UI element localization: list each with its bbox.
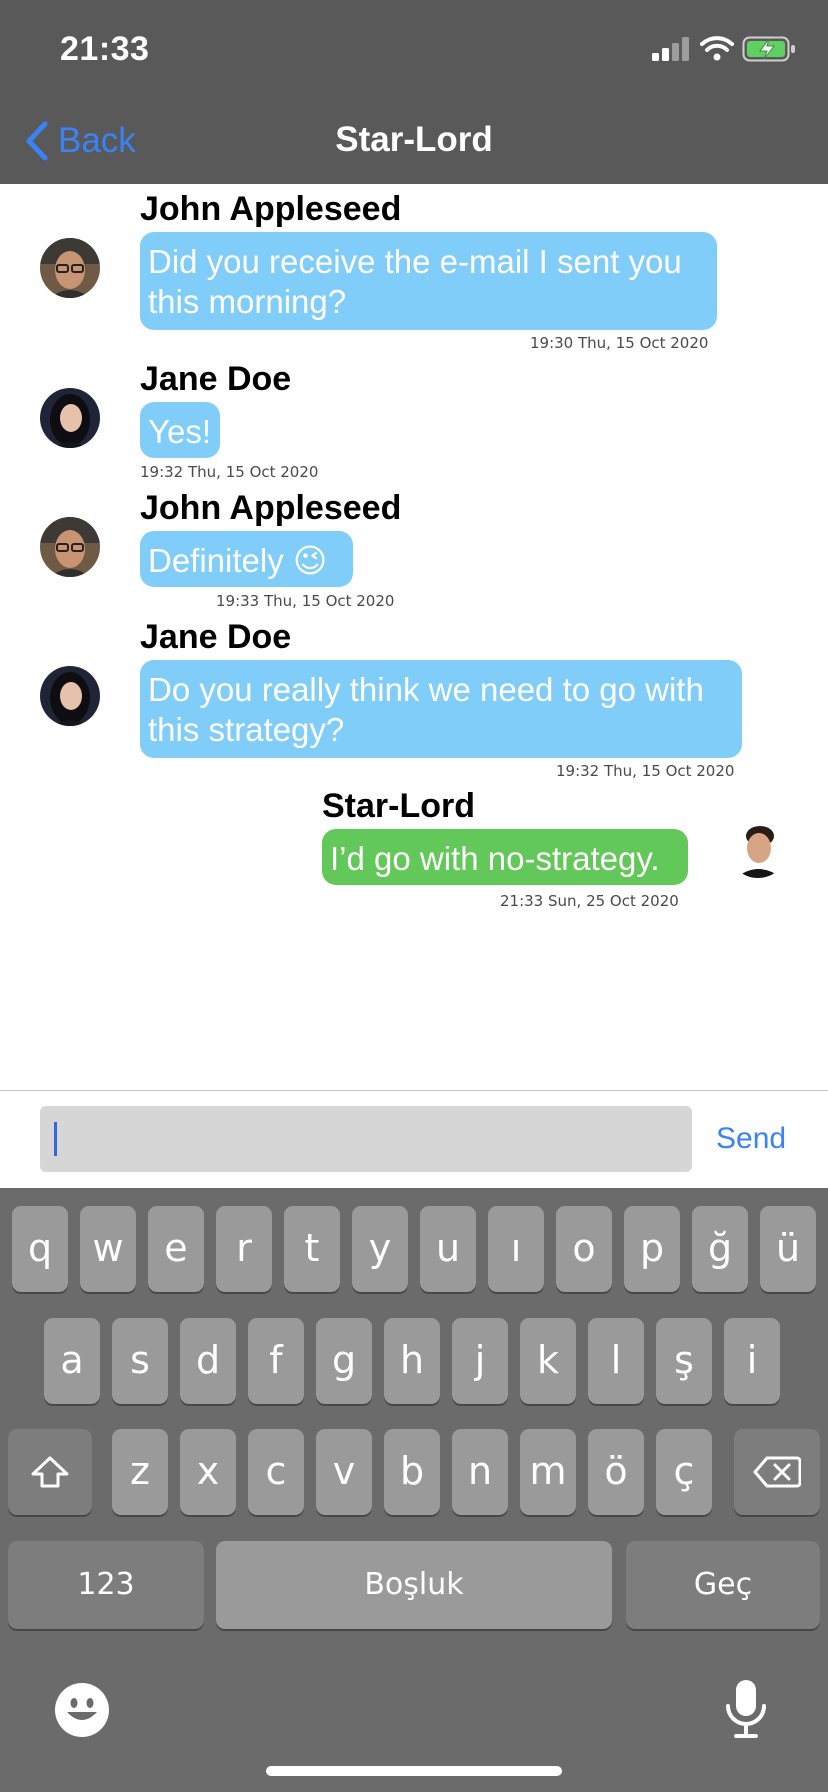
numbers-key[interactable]: 123 (8, 1541, 204, 1629)
delete-key[interactable] (734, 1429, 820, 1515)
key-u[interactable]: u (420, 1206, 476, 1292)
message-timestamp: 19:33 Thu, 15 Oct 2020 (216, 592, 395, 610)
key-f[interactable]: f (248, 1318, 304, 1404)
key-g[interactable]: g (316, 1318, 372, 1404)
key-i[interactable]: i (724, 1318, 780, 1404)
key-r[interactable]: r (216, 1206, 272, 1292)
key-g-breve[interactable]: ğ (692, 1206, 748, 1292)
message-text: Definitely 😉 (148, 542, 328, 579)
key-b[interactable]: b (384, 1429, 440, 1515)
message-timestamp: 21:33 Sun, 25 Oct 2020 (500, 892, 679, 910)
message-text: Do you really think we need to go with (148, 671, 704, 708)
key-n[interactable]: n (452, 1429, 508, 1515)
key-x[interactable]: x (180, 1429, 236, 1515)
space-key[interactable]: Boşluk (216, 1541, 612, 1629)
key-c-cedilla[interactable]: ç (656, 1429, 712, 1515)
message-timestamp: 19:30 Thu, 15 Oct 2020 (530, 334, 709, 352)
key-w[interactable]: w (80, 1206, 136, 1292)
key-y[interactable]: y (352, 1206, 408, 1292)
send-button[interactable]: Send (716, 1122, 786, 1156)
key-k[interactable]: k (520, 1318, 576, 1404)
message-bubble[interactable]: Did you receive the e-mail I sent you th… (140, 232, 717, 330)
key-o[interactable]: o (556, 1206, 612, 1292)
key-l[interactable]: l (588, 1318, 644, 1404)
key-s-cedilla[interactable]: ş (656, 1318, 712, 1404)
message-timestamp: 19:32 Thu, 15 Oct 2020 (556, 762, 735, 780)
key-o-umlaut[interactable]: ö (588, 1429, 644, 1515)
message-sender: Star-Lord (322, 787, 475, 825)
microphone-icon[interactable] (722, 1678, 770, 1740)
message-text: Yes! (148, 413, 212, 450)
emoji-icon[interactable] (54, 1682, 110, 1738)
message-text: Did you receive the e-mail I sent you (148, 243, 682, 280)
key-t[interactable]: t (284, 1206, 340, 1292)
composer-divider (0, 1090, 828, 1091)
key-s[interactable]: s (112, 1318, 168, 1404)
key-m[interactable]: m (520, 1429, 576, 1515)
key-e[interactable]: e (148, 1206, 204, 1292)
delete-icon (753, 1456, 802, 1488)
text-cursor (54, 1122, 57, 1156)
message-text: I’d go with no-strategy. (330, 840, 660, 877)
key-h[interactable]: h (384, 1318, 440, 1404)
message-timestamp: 19:32 Thu, 15 Oct 2020 (140, 463, 319, 481)
battery-charging-icon (742, 36, 795, 62)
shift-key[interactable] (8, 1429, 92, 1515)
return-key[interactable]: Geç (626, 1541, 820, 1629)
message-bubble[interactable]: Yes! (140, 402, 220, 458)
avatar-jane-doe[interactable] (40, 666, 100, 726)
status-time: 21:33 (60, 30, 150, 68)
message-sender: Jane Doe (140, 618, 292, 656)
avatar-jane-doe[interactable] (40, 388, 100, 448)
key-p[interactable]: p (624, 1206, 680, 1292)
avatar-john-appleseed[interactable] (40, 238, 100, 298)
shift-icon (31, 1456, 69, 1488)
home-indicator[interactable] (266, 1766, 562, 1776)
message-text: this morning? (148, 283, 347, 320)
wifi-icon (700, 36, 734, 61)
avatar-star-lord[interactable] (728, 818, 788, 878)
message-sender: Jane Doe (140, 360, 292, 398)
key-v[interactable]: v (316, 1429, 372, 1515)
message-bubble[interactable]: Do you really think we need to go with t… (140, 660, 742, 758)
cellular-signal-icon (652, 37, 689, 61)
key-d[interactable]: d (180, 1318, 236, 1404)
key-z[interactable]: z (112, 1429, 168, 1515)
message-bubble[interactable]: Definitely 😉 (140, 531, 353, 587)
page-title: Star-Lord (335, 120, 493, 159)
key-j[interactable]: j (452, 1318, 508, 1404)
key-u-umlaut[interactable]: ü (760, 1206, 816, 1292)
key-dotless-i[interactable]: ı (488, 1206, 544, 1292)
message-bubble[interactable]: I’d go with no-strategy. (322, 829, 688, 885)
key-a[interactable]: a (44, 1318, 100, 1404)
avatar-john-appleseed[interactable] (40, 517, 100, 577)
message-sender: John Appleseed (140, 190, 402, 228)
key-q[interactable]: q (12, 1206, 68, 1292)
message-sender: John Appleseed (140, 489, 402, 527)
message-text: this strategy? (148, 711, 345, 748)
key-c[interactable]: c (248, 1429, 304, 1515)
message-input[interactable] (40, 1106, 692, 1172)
